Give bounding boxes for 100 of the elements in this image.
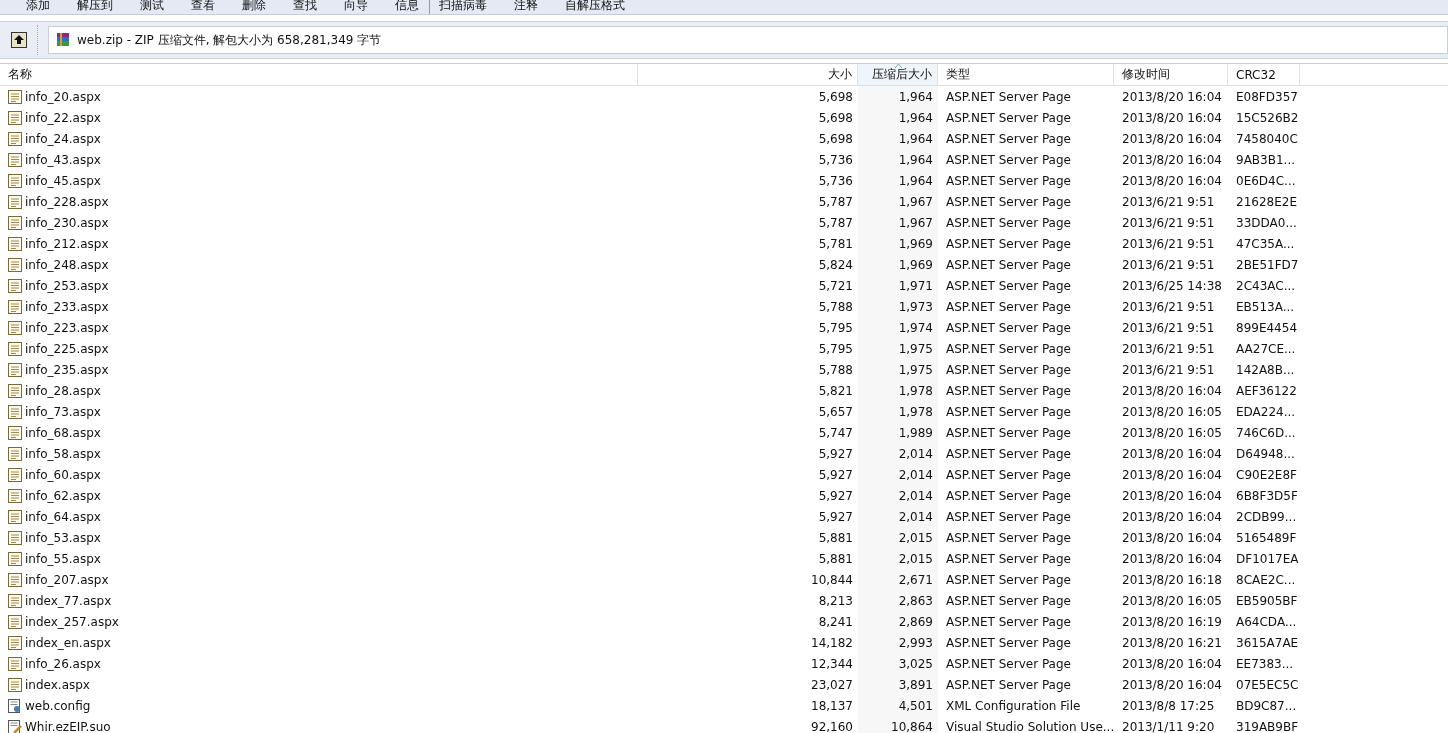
table-cell-text: 07E5EC5C <box>1235 676 1300 694</box>
file-name[interactable]: web.config <box>25 698 91 713</box>
table-cell-text: 18,137 <box>810 697 854 715</box>
document-icon <box>8 89 22 104</box>
table-cell-text: 2013/8/20 16:05 <box>1121 403 1223 421</box>
table-cell: 2,869 <box>858 611 938 632</box>
table-cell: 1,967 <box>858 212 938 233</box>
file-name[interactable]: info_248.aspx <box>25 257 109 272</box>
table-cell-text: 5165489F <box>1235 529 1298 547</box>
toolbar-button[interactable]: 向导 <box>344 0 368 11</box>
table-cell-text: ASP.NET Server Page <box>945 172 1072 190</box>
file-name[interactable]: Whir.ezEIP.suo <box>25 719 111 733</box>
file-name[interactable]: info_58.aspx <box>25 446 101 461</box>
table-cell: 1,974 <box>858 317 938 338</box>
file-name[interactable]: info_24.aspx <box>25 131 101 146</box>
file-name[interactable]: info_73.aspx <box>25 404 101 419</box>
file-name[interactable]: info_55.aspx <box>25 551 101 566</box>
table-cell-text: 2013/6/21 9:51 <box>1121 256 1216 274</box>
column-header[interactable]: CRC32 <box>1228 64 1300 85</box>
table-cell-text: 2013/8/20 16:04 <box>1121 88 1223 106</box>
toolbar-button[interactable]: 自解压格式 <box>565 0 625 11</box>
table-cell: 10,864 <box>858 716 938 733</box>
file-name[interactable]: info_64.aspx <box>25 509 101 524</box>
file-name[interactable]: info_26.aspx <box>25 656 101 671</box>
table-cell-text: BD9C87... <box>1235 697 1298 715</box>
document-icon <box>8 593 22 608</box>
table-cell-text: 142A8B... <box>1235 361 1296 379</box>
table-cell: 2,863 <box>858 590 938 611</box>
column-header[interactable]: 类型 <box>938 64 1114 85</box>
file-name[interactable]: info_230.aspx <box>25 215 109 230</box>
toolbar-button[interactable]: 删除 <box>242 0 266 11</box>
file-name[interactable]: info_225.aspx <box>25 341 109 356</box>
toolbar-button[interactable]: 查找 <box>293 0 317 11</box>
table-cell-text: E08FD357 <box>1235 88 1299 106</box>
table-cell-text: 5,657 <box>817 403 854 421</box>
table-cell-text: EE7383... <box>1235 655 1295 673</box>
file-name[interactable]: info_223.aspx <box>25 320 109 335</box>
file-name[interactable]: info_68.aspx <box>25 425 101 440</box>
column-header[interactable]: 修改时间 <box>1114 64 1228 85</box>
document-icon <box>8 656 22 671</box>
table-cell: 1,971 <box>858 275 938 296</box>
table-cell-text: 2013/8/20 16:05 <box>1121 592 1223 610</box>
toolbar-button[interactable]: 信息 <box>395 0 419 11</box>
document-icon <box>8 173 22 188</box>
table-cell-text: 21628E2E <box>1235 193 1298 211</box>
file-name[interactable]: index_257.aspx <box>25 614 119 629</box>
file-name[interactable]: info_20.aspx <box>25 89 101 104</box>
file-name[interactable]: index.aspx <box>25 677 90 692</box>
toolbar-button[interactable]: 解压到 <box>77 0 113 11</box>
column-header[interactable]: 压缩后大小 <box>858 64 938 85</box>
table-cell: 1,964 <box>858 86 938 107</box>
file-name[interactable]: info_235.aspx <box>25 362 109 377</box>
file-name[interactable]: info_212.aspx <box>25 236 109 251</box>
document-icon <box>8 278 22 293</box>
file-name[interactable]: info_228.aspx <box>25 194 109 209</box>
table-cell-text: 2013/6/21 9:51 <box>1121 319 1216 337</box>
table-cell: 2,014 <box>858 506 938 527</box>
file-name[interactable]: info_45.aspx <box>25 173 101 188</box>
document-icon <box>8 383 22 398</box>
table-cell-text: 2013/8/20 16:05 <box>1121 424 1223 442</box>
file-name[interactable]: info_207.aspx <box>25 572 109 587</box>
file-name[interactable]: info_233.aspx <box>25 299 109 314</box>
table-cell-text: 5,747 <box>817 424 854 442</box>
table-cell-text: 5,927 <box>817 487 854 505</box>
file-name[interactable]: index_en.aspx <box>25 635 111 650</box>
table-cell-text: 2013/6/21 9:51 <box>1121 214 1216 232</box>
table-cell: 1,973 <box>858 296 938 317</box>
toolbar-button[interactable]: 添加 <box>26 0 50 11</box>
document-icon <box>8 446 22 461</box>
file-name[interactable]: info_253.aspx <box>25 278 109 293</box>
table-cell-text: 33DDA0... <box>1235 214 1298 232</box>
file-name[interactable]: info_60.aspx <box>25 467 101 482</box>
table-cell-text: ASP.NET Server Page <box>945 214 1072 232</box>
table-cell: 3,025 <box>858 653 938 674</box>
table-cell-text: 2013/8/20 16:04 <box>1121 172 1223 190</box>
table-cell-text: 2013/8/20 16:19 <box>1121 613 1223 631</box>
table-cell-text: 2013/8/20 16:04 <box>1121 382 1223 400</box>
file-name[interactable]: info_53.aspx <box>25 530 101 545</box>
table-cell-text: 9AB3B1... <box>1235 151 1297 169</box>
file-name[interactable]: info_22.aspx <box>25 110 101 125</box>
table-cell-text: 2013/8/20 16:04 <box>1121 529 1223 547</box>
document-icon <box>8 152 22 167</box>
file-name[interactable]: info_62.aspx <box>25 488 101 503</box>
table-cell: 1,967 <box>858 191 938 212</box>
address-field[interactable]: web.zip - ZIP 压缩文件, 解包大小为 658,281,349 字节 <box>48 26 1448 54</box>
column-header[interactable]: 名称 <box>0 64 638 85</box>
table-cell: 1,978 <box>858 380 938 401</box>
table-cell-text: 5,698 <box>817 88 854 106</box>
table-cell-text: 3615A7AE <box>1235 634 1300 652</box>
table-cell-text: ASP.NET Server Page <box>945 676 1072 694</box>
table-cell-text: 5,698 <box>817 130 854 148</box>
table-cell-text: 5,821 <box>817 382 854 400</box>
table-cell-text: ASP.NET Server Page <box>945 592 1072 610</box>
document-icon <box>8 467 22 482</box>
file-name[interactable]: info_43.aspx <box>25 152 101 167</box>
table-cell-text: 2C43AC... <box>1235 277 1297 295</box>
table-cell-text: 5,927 <box>817 508 854 526</box>
file-name[interactable]: info_28.aspx <box>25 383 101 398</box>
table-cell: 2,014 <box>858 464 938 485</box>
file-name[interactable]: index_77.aspx <box>25 593 112 608</box>
